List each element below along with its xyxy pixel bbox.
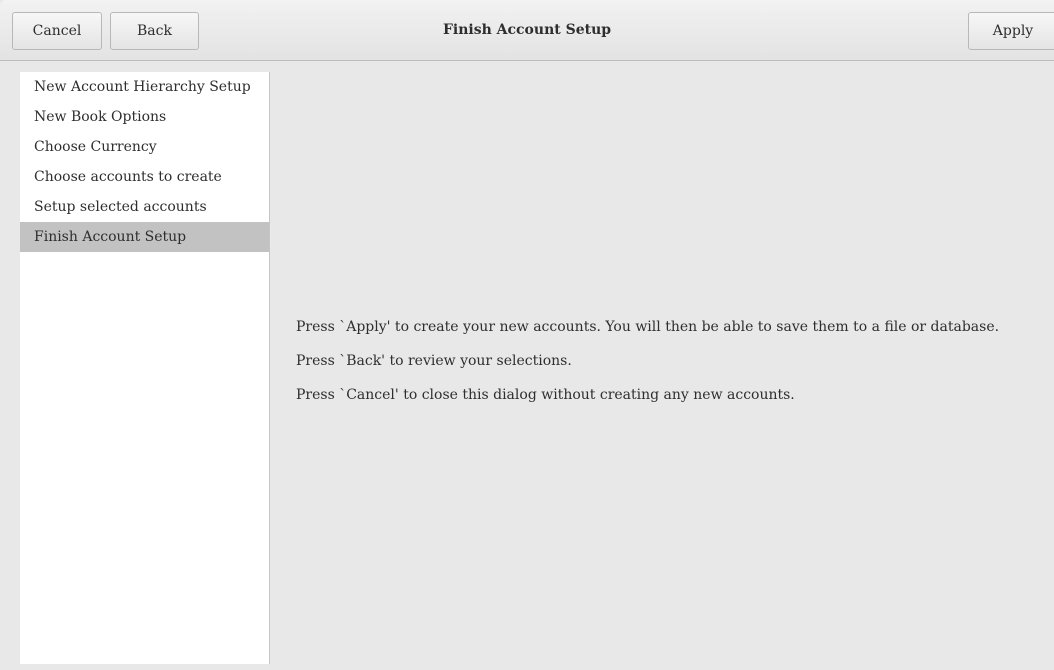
step-sidebar: New Account Hierarchy Setup New Book Opt… — [20, 72, 270, 664]
sidebar-item-new-book-options[interactable]: New Book Options — [20, 102, 269, 132]
main-content: Press `Apply' to create your new account… — [296, 314, 999, 416]
header-bar: Cancel Back Finish Account Setup Apply — [0, 0, 1054, 61]
back-instruction: Press `Back' to review your selections. — [296, 353, 572, 369]
apply-button[interactable]: Apply — [968, 12, 1054, 50]
back-button[interactable]: Back — [110, 12, 199, 50]
sidebar-item-new-account-hierarchy-setup[interactable]: New Account Hierarchy Setup — [20, 72, 269, 102]
sidebar-item-choose-currency[interactable]: Choose Currency — [20, 132, 269, 162]
apply-instruction: Press `Apply' to create your new account… — [296, 319, 1000, 335]
sidebar-item-finish-account-setup[interactable]: Finish Account Setup — [20, 222, 269, 252]
sidebar-item-choose-accounts-to-create[interactable]: Choose accounts to create — [20, 162, 269, 192]
cancel-instruction: Press `Cancel' to close this dialog with… — [296, 387, 795, 403]
assistant-window: Cancel Back Finish Account Setup Apply N… — [0, 0, 1054, 670]
sidebar-item-setup-selected-accounts[interactable]: Setup selected accounts — [20, 192, 269, 222]
cancel-button[interactable]: Cancel — [12, 12, 102, 50]
